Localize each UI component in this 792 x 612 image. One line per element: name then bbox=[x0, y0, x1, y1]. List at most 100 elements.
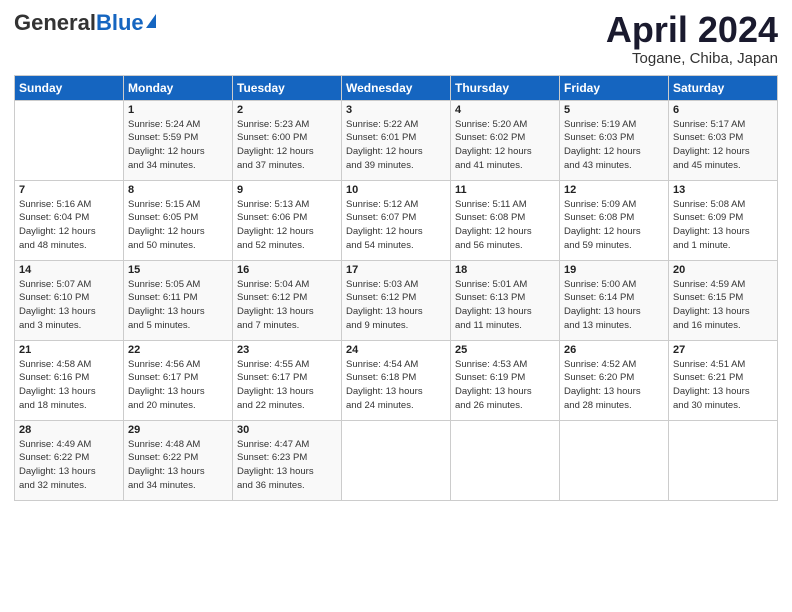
day-number: 14 bbox=[19, 264, 119, 276]
day-info: Sunrise: 4:54 AMSunset: 6:18 PMDaylight:… bbox=[346, 358, 446, 413]
day-info: Sunrise: 5:24 AMSunset: 5:59 PMDaylight:… bbox=[128, 118, 228, 173]
day-info: Sunrise: 5:01 AMSunset: 6:13 PMDaylight:… bbox=[455, 278, 555, 333]
calendar-cell: 1 Sunrise: 5:24 AMSunset: 5:59 PMDaylight… bbox=[124, 100, 233, 180]
day-info: Sunrise: 4:49 AMSunset: 6:22 PMDaylight:… bbox=[19, 438, 119, 493]
day-number: 21 bbox=[19, 344, 119, 356]
day-number: 15 bbox=[128, 264, 228, 276]
day-info: Sunrise: 5:11 AMSunset: 6:08 PMDaylight:… bbox=[455, 198, 555, 253]
day-number: 29 bbox=[128, 424, 228, 436]
logo: General Blue bbox=[14, 10, 156, 36]
logo-general: General bbox=[14, 10, 96, 36]
day-number: 2 bbox=[237, 104, 337, 116]
day-info: Sunrise: 5:20 AMSunset: 6:02 PMDaylight:… bbox=[455, 118, 555, 173]
day-number: 18 bbox=[455, 264, 555, 276]
calendar-cell bbox=[15, 100, 124, 180]
calendar-table: SundayMondayTuesdayWednesdayThursdayFrid… bbox=[14, 75, 778, 501]
day-info: Sunrise: 4:47 AMSunset: 6:23 PMDaylight:… bbox=[237, 438, 337, 493]
day-number: 9 bbox=[237, 184, 337, 196]
calendar-cell: 10 Sunrise: 5:12 AMSunset: 6:07 PMDayligh… bbox=[342, 180, 451, 260]
weekday-header: Monday bbox=[124, 75, 233, 100]
day-number: 11 bbox=[455, 184, 555, 196]
day-info: Sunrise: 5:19 AMSunset: 6:03 PMDaylight:… bbox=[564, 118, 664, 173]
day-number: 1 bbox=[128, 104, 228, 116]
calendar-cell bbox=[560, 420, 669, 500]
calendar-cell: 12Sunrise: 5:09 AMSunset: 6:08 PMDayligh… bbox=[560, 180, 669, 260]
weekday-header: Sunday bbox=[15, 75, 124, 100]
day-number: 3 bbox=[346, 104, 446, 116]
calendar-cell: 21Sunrise: 4:58 AMSunset: 6:16 PMDayligh… bbox=[15, 340, 124, 420]
day-number: 4 bbox=[455, 104, 555, 116]
calendar-week-row: 1 Sunrise: 5:24 AMSunset: 5:59 PMDaylight… bbox=[15, 100, 778, 180]
day-number: 19 bbox=[564, 264, 664, 276]
calendar-week-row: 28 Sunrise: 4:49 AMSunset: 6:22 PMDayligh… bbox=[15, 420, 778, 500]
main-container: General Blue April 2024 Togane, Chiba, J… bbox=[0, 0, 792, 511]
logo-blue: Blue bbox=[96, 10, 144, 36]
day-number: 26 bbox=[564, 344, 664, 356]
day-number: 17 bbox=[346, 264, 446, 276]
day-info: Sunrise: 4:59 AMSunset: 6:15 PMDaylight:… bbox=[673, 278, 773, 333]
day-number: 8 bbox=[128, 184, 228, 196]
calendar-cell: 27 Sunrise: 4:51 AMSunset: 6:21 PMDayligh… bbox=[669, 340, 778, 420]
header: General Blue April 2024 Togane, Chiba, J… bbox=[14, 10, 778, 67]
day-info: Sunrise: 5:04 AMSunset: 6:12 PMDaylight:… bbox=[237, 278, 337, 333]
calendar-cell: 9 Sunrise: 5:13 AMSunset: 6:06 PMDaylight… bbox=[233, 180, 342, 260]
calendar-cell: 17 Sunrise: 5:03 AMSunset: 6:12 PMDayligh… bbox=[342, 260, 451, 340]
calendar-cell: 6 Sunrise: 5:17 AMSunset: 6:03 PMDaylight… bbox=[669, 100, 778, 180]
day-number: 6 bbox=[673, 104, 773, 116]
day-info: Sunrise: 5:05 AMSunset: 6:11 PMDaylight:… bbox=[128, 278, 228, 333]
day-info: Sunrise: 5:17 AMSunset: 6:03 PMDaylight:… bbox=[673, 118, 773, 173]
day-info: Sunrise: 5:07 AMSunset: 6:10 PMDaylight:… bbox=[19, 278, 119, 333]
day-info: Sunrise: 4:56 AMSunset: 6:17 PMDaylight:… bbox=[128, 358, 228, 413]
day-info: Sunrise: 4:51 AMSunset: 6:21 PMDaylight:… bbox=[673, 358, 773, 413]
day-info: Sunrise: 5:12 AMSunset: 6:07 PMDaylight:… bbox=[346, 198, 446, 253]
day-number: 7 bbox=[19, 184, 119, 196]
calendar-cell: 26 Sunrise: 4:52 AMSunset: 6:20 PMDayligh… bbox=[560, 340, 669, 420]
location: Togane, Chiba, Japan bbox=[606, 50, 778, 67]
day-info: Sunrise: 5:08 AMSunset: 6:09 PMDaylight:… bbox=[673, 198, 773, 253]
calendar-cell: 25Sunrise: 4:53 AMSunset: 6:19 PMDayligh… bbox=[451, 340, 560, 420]
day-info: Sunrise: 4:52 AMSunset: 6:20 PMDaylight:… bbox=[564, 358, 664, 413]
calendar-cell: 18 Sunrise: 5:01 AMSunset: 6:13 PMDayligh… bbox=[451, 260, 560, 340]
day-info: Sunrise: 4:53 AMSunset: 6:19 PMDaylight:… bbox=[455, 358, 555, 413]
day-info: Sunrise: 5:13 AMSunset: 6:06 PMDaylight:… bbox=[237, 198, 337, 253]
calendar-week-row: 14 Sunrise: 5:07 AMSunset: 6:10 PMDayligh… bbox=[15, 260, 778, 340]
day-number: 28 bbox=[19, 424, 119, 436]
day-info: Sunrise: 5:09 AMSunset: 6:08 PMDaylight:… bbox=[564, 198, 664, 253]
day-number: 13 bbox=[673, 184, 773, 196]
weekday-header: Friday bbox=[560, 75, 669, 100]
logo-icon bbox=[146, 14, 156, 28]
calendar-cell: 5Sunrise: 5:19 AMSunset: 6:03 PMDaylight… bbox=[560, 100, 669, 180]
day-info: Sunrise: 5:23 AMSunset: 6:00 PMDaylight:… bbox=[237, 118, 337, 173]
calendar-cell: 3 Sunrise: 5:22 AMSunset: 6:01 PMDaylight… bbox=[342, 100, 451, 180]
day-number: 30 bbox=[237, 424, 337, 436]
calendar-cell bbox=[342, 420, 451, 500]
calendar-cell: 14 Sunrise: 5:07 AMSunset: 6:10 PMDayligh… bbox=[15, 260, 124, 340]
weekday-header: Tuesday bbox=[233, 75, 342, 100]
day-info: Sunrise: 5:00 AMSunset: 6:14 PMDaylight:… bbox=[564, 278, 664, 333]
day-info: Sunrise: 5:03 AMSunset: 6:12 PMDaylight:… bbox=[346, 278, 446, 333]
day-number: 27 bbox=[673, 344, 773, 356]
calendar-cell: 20Sunrise: 4:59 AMSunset: 6:15 PMDayligh… bbox=[669, 260, 778, 340]
weekday-header: Wednesday bbox=[342, 75, 451, 100]
calendar-cell: 29Sunrise: 4:48 AMSunset: 6:22 PMDayligh… bbox=[124, 420, 233, 500]
weekday-header: Thursday bbox=[451, 75, 560, 100]
calendar-cell: 8 Sunrise: 5:15 AMSunset: 6:05 PMDaylight… bbox=[124, 180, 233, 260]
day-number: 10 bbox=[346, 184, 446, 196]
calendar-cell: 2 Sunrise: 5:23 AMSunset: 6:00 PMDaylight… bbox=[233, 100, 342, 180]
calendar-week-row: 7Sunrise: 5:16 AMSunset: 6:04 PMDaylight… bbox=[15, 180, 778, 260]
calendar-cell: 30 Sunrise: 4:47 AMSunset: 6:23 PMDayligh… bbox=[233, 420, 342, 500]
day-number: 16 bbox=[237, 264, 337, 276]
day-info: Sunrise: 5:22 AMSunset: 6:01 PMDaylight:… bbox=[346, 118, 446, 173]
title-area: April 2024 Togane, Chiba, Japan bbox=[606, 10, 778, 67]
calendar-cell: 16 Sunrise: 5:04 AMSunset: 6:12 PMDayligh… bbox=[233, 260, 342, 340]
calendar-cell: 4 Sunrise: 5:20 AMSunset: 6:02 PMDaylight… bbox=[451, 100, 560, 180]
weekday-header: Saturday bbox=[669, 75, 778, 100]
day-number: 24 bbox=[346, 344, 446, 356]
day-info: Sunrise: 4:55 AMSunset: 6:17 PMDaylight:… bbox=[237, 358, 337, 413]
calendar-cell bbox=[669, 420, 778, 500]
month-title: April 2024 bbox=[606, 10, 778, 50]
calendar-cell: 19 Sunrise: 5:00 AMSunset: 6:14 PMDayligh… bbox=[560, 260, 669, 340]
day-info: Sunrise: 5:15 AMSunset: 6:05 PMDaylight:… bbox=[128, 198, 228, 253]
calendar-cell: 13 Sunrise: 5:08 AMSunset: 6:09 PMDayligh… bbox=[669, 180, 778, 260]
day-number: 22 bbox=[128, 344, 228, 356]
